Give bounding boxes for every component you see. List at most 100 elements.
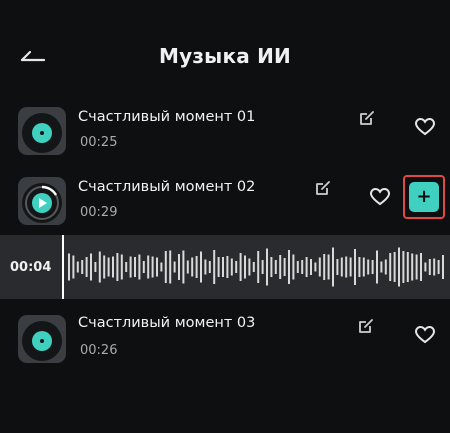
waveform-bar	[442, 255, 444, 279]
waveform-bar	[169, 250, 172, 284]
waveform-bar	[266, 248, 268, 286]
edit-icon[interactable]	[358, 109, 376, 127]
waveform-bar	[147, 255, 150, 279]
track-duration: 00:25	[80, 135, 118, 150]
edit-icon[interactable]	[314, 179, 332, 197]
waveform-bar	[283, 258, 286, 276]
waveform-bar	[103, 255, 106, 279]
waveform-bar	[274, 260, 277, 274]
waveform-bar	[349, 257, 352, 277]
edit-icon[interactable]	[357, 317, 375, 335]
waveform-bar	[336, 259, 339, 275]
waveform-bar	[384, 259, 387, 275]
waveform-bar	[112, 256, 114, 278]
waveform-bar	[248, 258, 251, 276]
current-time: 00:04	[10, 260, 52, 275]
waveform-bar	[340, 257, 343, 277]
waveform-bar	[380, 261, 383, 273]
waveform-bar	[94, 262, 97, 272]
waveform-bar	[200, 251, 202, 283]
track-title: Счастливый момент 02	[78, 179, 256, 195]
waveform-bar	[235, 261, 238, 273]
waveform-bar	[217, 257, 220, 277]
waveform-bar	[160, 262, 163, 272]
waveform[interactable]	[66, 235, 450, 299]
heart-icon[interactable]	[369, 187, 391, 207]
waveform-bar	[226, 256, 229, 278]
waveform-bar	[151, 256, 154, 278]
waveform-bar	[257, 251, 260, 283]
waveform-bar	[314, 262, 317, 272]
waveform-bar	[406, 252, 409, 282]
waveform-bar	[120, 254, 123, 280]
waveform-bar	[310, 259, 312, 275]
track-title: Счастливый момент 01	[78, 109, 256, 125]
waveform-bar	[134, 257, 136, 277]
waveform-bar	[156, 257, 158, 277]
heart-icon[interactable]	[414, 117, 436, 137]
waveform-bar	[68, 253, 70, 281]
waveform-bar	[191, 257, 194, 277]
track-duration: 00:29	[80, 205, 118, 220]
top-bar: Музыка ИИ	[0, 0, 450, 104]
waveform-bar	[318, 257, 321, 277]
waveform-bar	[72, 255, 75, 279]
waveform-bar	[252, 262, 255, 272]
waveform-bar	[81, 260, 84, 274]
waveform-bar	[362, 257, 365, 277]
waveform-bar	[389, 253, 392, 281]
vinyl-disc-icon	[22, 183, 62, 223]
waveform-bar	[98, 251, 101, 283]
track-cover	[18, 315, 66, 363]
waveform-bar	[398, 247, 400, 287]
track-row-3[interactable]: Счастливый момент 03 00:26	[0, 310, 450, 370]
track-duration: 00:26	[80, 343, 118, 358]
waveform-bar	[208, 261, 211, 273]
waveform-bar	[371, 260, 374, 274]
waveform-bar	[164, 251, 167, 283]
waveform-bar	[376, 250, 378, 284]
waveform-bar	[433, 258, 436, 276]
track-cover	[18, 177, 66, 225]
page-title: Музыка ИИ	[159, 44, 291, 68]
waveform-bar	[420, 253, 422, 281]
waveform-bar	[354, 249, 356, 285]
waveform-bar	[76, 261, 79, 273]
add-track-button[interactable]: +	[409, 182, 439, 212]
waveform-bar	[90, 253, 92, 281]
waveform-bar	[138, 254, 141, 280]
waveform-player[interactable]: 00:04	[0, 235, 450, 299]
heart-icon[interactable]	[414, 325, 436, 345]
waveform-bar	[213, 250, 216, 284]
waveform-bar	[129, 256, 132, 278]
waveform-bar	[358, 257, 361, 277]
add-track-highlight: +	[403, 175, 445, 219]
waveform-bar	[367, 259, 370, 275]
waveform-bar	[305, 257, 308, 277]
waveform-bar	[296, 261, 299, 273]
playhead[interactable]	[62, 235, 64, 299]
track-row-1[interactable]: Счастливый момент 01 00:25	[0, 104, 450, 164]
waveform-bar	[323, 254, 326, 280]
waveform-bar	[288, 250, 290, 284]
track-title: Счастливый момент 03	[78, 315, 256, 331]
track-row-2[interactable]: Счастливый момент 02 00:29	[0, 172, 450, 232]
waveform-bar	[261, 260, 264, 274]
waveform-bar	[292, 254, 295, 280]
waveform-bar	[279, 255, 282, 279]
vinyl-disc-icon	[22, 321, 62, 361]
waveform-bar	[301, 260, 304, 274]
waveform-bar	[222, 257, 224, 277]
waveform-bar	[411, 253, 414, 281]
waveform-bar	[402, 251, 405, 283]
waveform-bar	[195, 256, 198, 278]
waveform-bar	[239, 253, 242, 281]
waveform-bar	[424, 262, 427, 272]
waveform-bar	[116, 253, 119, 281]
waveform-bar	[204, 259, 207, 275]
waveform-bar	[393, 252, 396, 282]
vinyl-disc-icon	[22, 113, 62, 153]
waveform-bar	[178, 254, 180, 280]
waveform-bar	[107, 257, 110, 277]
track-cover	[18, 107, 66, 155]
